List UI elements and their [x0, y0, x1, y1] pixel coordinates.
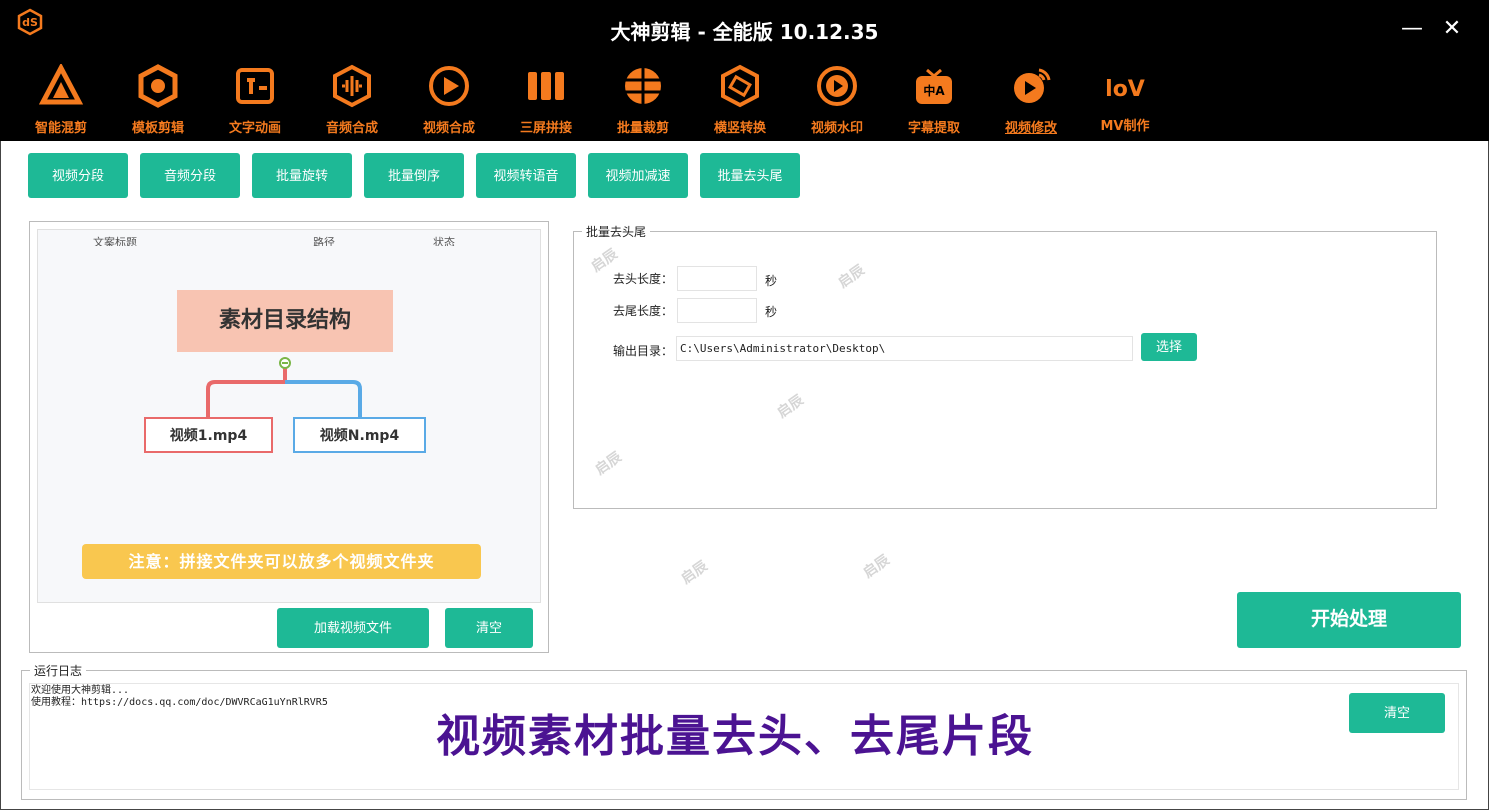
tool-label: 智能混剪: [34, 121, 87, 136]
smart-mix-icon: [39, 64, 83, 105]
subtab-batch-rotate[interactable]: 批量旋转: [252, 153, 352, 198]
caption-overlay: 视频素材批量去头、去尾片段: [436, 711, 1034, 762]
minimize-icon[interactable]: —: [1397, 14, 1427, 44]
tool-text-animation[interactable]: 文字动画: [210, 64, 300, 136]
tool-label: 字幕提取: [907, 121, 960, 136]
svg-text:中A: 中A: [923, 83, 945, 98]
column-header-title[interactable]: 文案标题: [93, 234, 137, 246]
tool-label: MV制作: [1100, 119, 1150, 134]
text-animation-icon: [236, 68, 274, 104]
subtab-speed[interactable]: 视频加减速: [588, 153, 688, 198]
tool-label: 视频修改: [1004, 121, 1057, 136]
video-modify-icon: [1014, 68, 1051, 103]
tool-label: 音频合成: [325, 121, 378, 136]
load-video-button[interactable]: 加载视频文件: [277, 608, 429, 648]
tool-audio-merge[interactable]: 音频合成: [307, 64, 397, 136]
folder-note: 注意：拼接文件夹可以放多个视频文件夹: [82, 544, 481, 579]
tool-smart-mix[interactable]: 智能混剪: [16, 64, 106, 136]
choose-dir-button[interactable]: 选择: [1141, 333, 1197, 361]
tool-template-edit[interactable]: 模板剪辑: [113, 64, 203, 136]
orientation-icon: [721, 64, 759, 108]
tool-batch-crop[interactable]: 批量裁剪: [598, 64, 688, 136]
mindmap-node-video-n: 视频N.mp4: [293, 417, 426, 453]
output-dir-label: 输出目录：: [613, 344, 674, 358]
tail-length-unit: 秒: [765, 305, 778, 319]
start-process-button[interactable]: 开始处理: [1237, 592, 1461, 648]
log-title: 运行日志: [30, 662, 87, 679]
tool-label: 三屏拼接: [519, 121, 572, 136]
subtab-video-split[interactable]: 视频分段: [28, 153, 128, 198]
tool-label: 视频合成: [422, 121, 475, 136]
head-length-input[interactable]: [677, 266, 757, 291]
audio-merge-icon: [333, 64, 371, 108]
trim-settings-title: 批量去头尾: [582, 223, 651, 240]
title-bar: dS 大神剪辑 - 全能版 10.12.35 — ✕: [0, 0, 1489, 58]
mindmap-root: 素材目录结构: [177, 290, 393, 352]
triple-screen-icon: [528, 72, 564, 100]
svg-text:lоV: lоV: [1105, 77, 1145, 102]
template-edit-icon: [138, 64, 178, 108]
tool-mv[interactable]: lоV MV制作: [1080, 64, 1170, 136]
log-line: 欢迎使用大神剪辑...: [31, 685, 130, 696]
tool-watermark[interactable]: 视频水印: [792, 64, 882, 136]
mv-icon: lоV: [1105, 77, 1145, 102]
batch-crop-icon: [625, 68, 661, 104]
mindmap-connectors: [206, 357, 362, 417]
subtab-trim-head-tail[interactable]: 批量去头尾: [700, 153, 800, 198]
subtab-audio-split[interactable]: 音频分段: [140, 153, 240, 198]
tool-video-modify[interactable]: 视频修改: [986, 64, 1076, 136]
tail-length-input[interactable]: [677, 298, 757, 323]
tool-subtitle-extract[interactable]: 中A 字幕提取: [889, 64, 979, 136]
tool-label: 模板剪辑: [131, 121, 184, 136]
subtab-batch-reverse[interactable]: 批量倒序: [364, 153, 464, 198]
tool-label: 视频水印: [810, 121, 863, 136]
output-dir-input[interactable]: C:\Users\Administrator\Desktop\: [676, 336, 1133, 361]
tail-length-label: 去尾长度：: [613, 304, 674, 318]
main-toolbar: 智能混剪 模板剪辑 文字动画 音频合成 视频合成 三屏拼接 批量裁剪 横竖转换 …: [0, 58, 1489, 141]
clear-list-button[interactable]: 清空: [445, 608, 533, 648]
subtitle-extract-icon: 中A: [916, 68, 952, 104]
tool-label: 文字动画: [228, 121, 281, 136]
tool-orientation[interactable]: 横竖转换: [695, 64, 785, 136]
head-length-unit: 秒: [765, 274, 778, 288]
tool-label: 批量裁剪: [616, 121, 669, 136]
close-icon[interactable]: ✕: [1437, 14, 1467, 44]
column-header-path[interactable]: 路径: [313, 234, 335, 246]
tool-video-merge[interactable]: 视频合成: [404, 64, 494, 136]
watermark-icon: [817, 66, 857, 106]
tool-triple-screen[interactable]: 三屏拼接: [501, 64, 591, 136]
head-length-label: 去头长度：: [613, 272, 674, 286]
column-header-status[interactable]: 状态: [433, 234, 455, 246]
tool-label: 横竖转换: [713, 121, 766, 136]
video-merge-icon: [429, 66, 469, 106]
subtab-video-to-audio[interactable]: 视频转语音: [476, 153, 576, 198]
window-title: 大神剪辑 - 全能版 10.12.35: [610, 20, 879, 44]
mindmap-node-video-1: 视频1.mp4: [144, 417, 273, 453]
